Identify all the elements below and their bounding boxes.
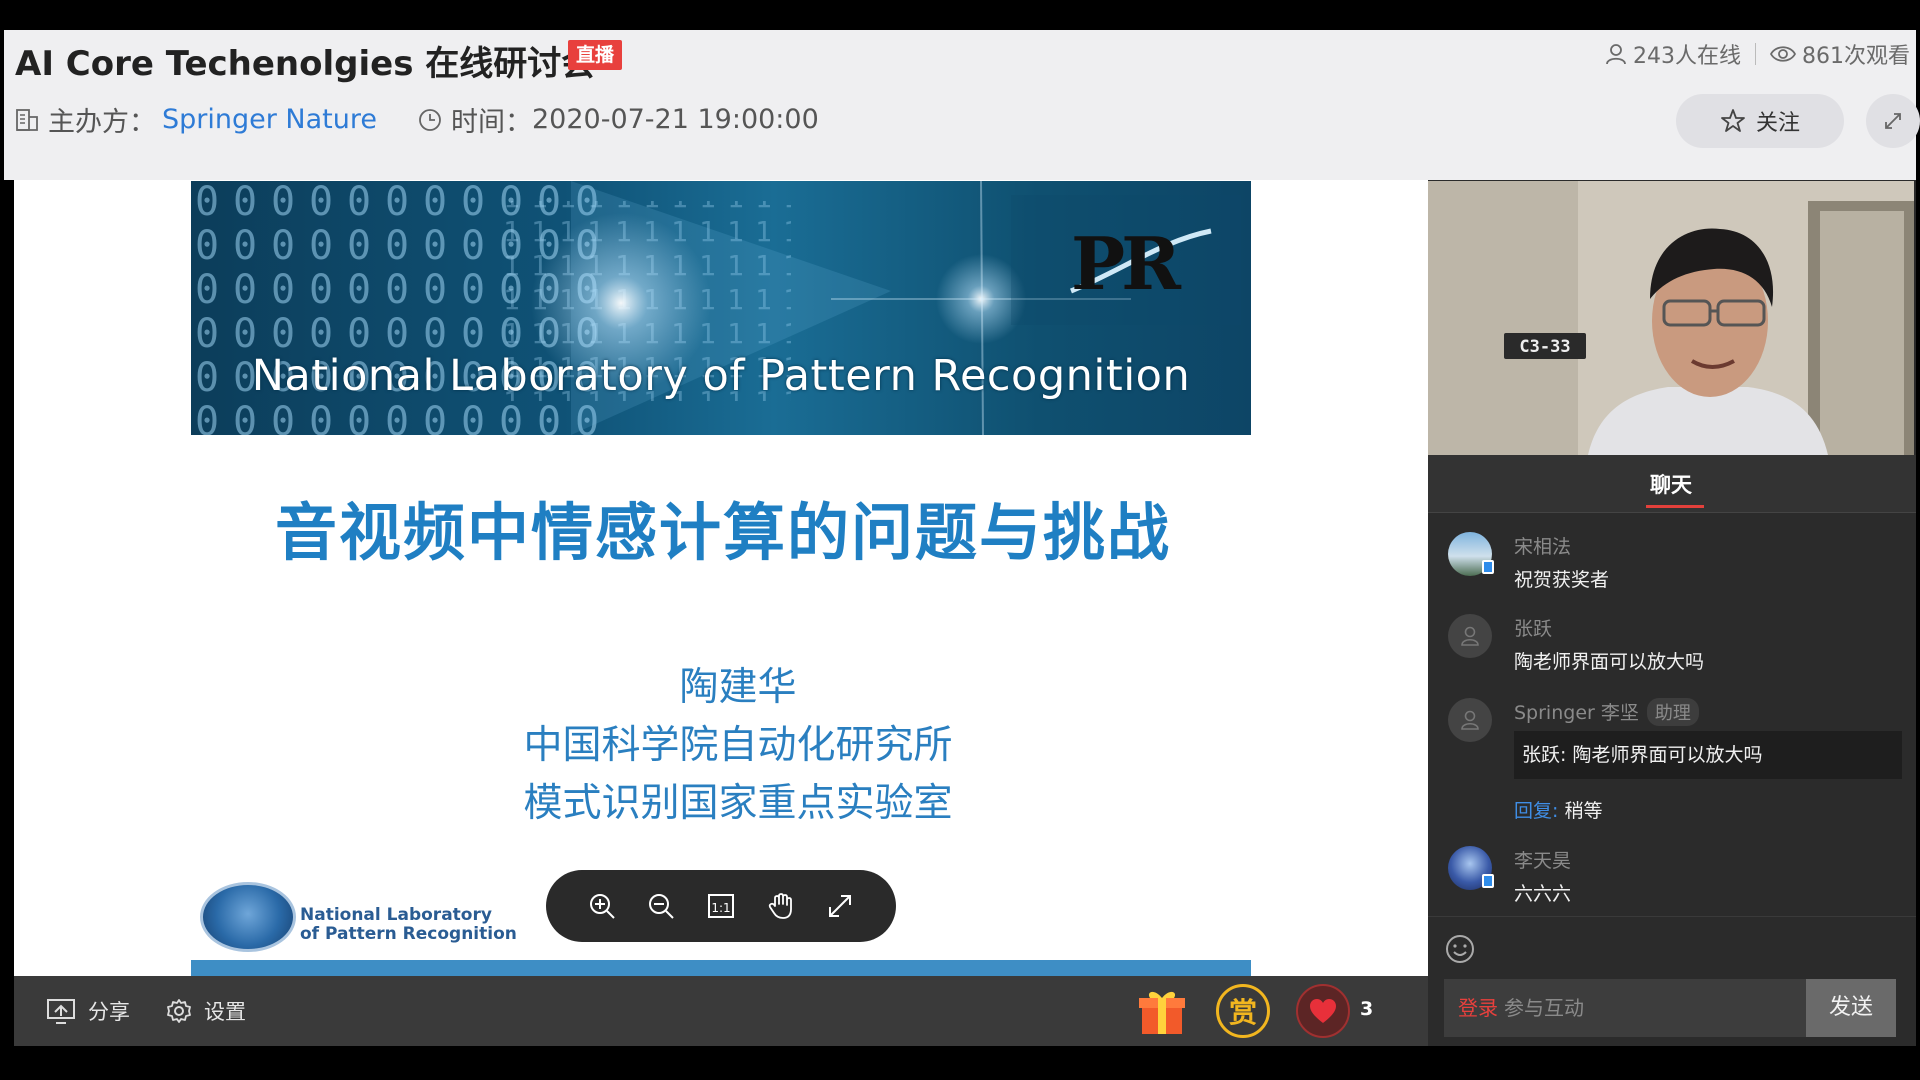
slide-author: 陶建华 [679, 665, 797, 710]
slide-bottom-bar [191, 960, 1251, 976]
gear-icon [167, 999, 191, 1023]
divider [1755, 43, 1756, 65]
like-count: 3 [1360, 998, 1374, 1020]
live-badge: 直播 [568, 40, 622, 70]
role-tag: 助理 [1646, 698, 1699, 726]
time-label: 时间： [451, 107, 532, 138]
message-author-name: Springer 李坚 [1514, 702, 1639, 724]
pr-logo: PR [1071, 221, 1181, 306]
lab-logo-line-2: of Pattern Recognition [300, 924, 517, 944]
expand-icon[interactable] [820, 886, 860, 926]
message-text: 六六六 [1514, 883, 1572, 905]
slide-banner: 0 1 PR National Laboratory of Pattern Re… [191, 181, 1251, 435]
header: AI Core Techenolgies 在线研讨会 直播 243人在线 861… [4, 30, 1920, 180]
control-bar: 分享 设置 赏 3 [14, 976, 1428, 1046]
mobile-badge-icon [1482, 560, 1494, 574]
fullscreen-button[interactable] [1866, 94, 1920, 148]
view-count: 861次观看 [1802, 44, 1910, 69]
settings-button[interactable]: 设置 [166, 996, 246, 1026]
user-icon [1606, 44, 1626, 65]
room-sign: C3-33 [1519, 337, 1570, 357]
actual-size-icon[interactable]: 1:1 [701, 886, 741, 926]
gift-icon[interactable] [1136, 986, 1188, 1038]
chat-tabbar: 聊天 [1428, 455, 1916, 513]
follow-button[interactable]: 关注 [1676, 94, 1844, 148]
zoom-toolbar: 1:1 [546, 870, 896, 942]
meta-row: 主办方： Springer Nature 时间： 2020-07-21 19:0… [14, 100, 819, 139]
user-icon [1461, 626, 1479, 646]
share-screen-icon [47, 999, 75, 1024]
organizer-link[interactable]: Springer Nature [162, 104, 377, 135]
chat-message: Springer 李坚 助理 张跃: 陶老师界面可以放大吗 回复: 稍等 [1448, 698, 1908, 830]
reward-button[interactable]: 赏 [1216, 984, 1270, 1038]
lab-logo-text: National Laboratory of Pattern Recogniti… [300, 906, 517, 944]
message-text: 陶老师界面可以放大吗 [1514, 651, 1705, 673]
slide-viewer[interactable]: 0 1 PR National Laboratory of Pattern Re… [14, 180, 1428, 976]
emoji-icon[interactable] [1444, 933, 1476, 965]
settings-label: 设置 [204, 1000, 246, 1024]
lab-logo [200, 882, 296, 952]
star-icon [1721, 109, 1745, 132]
slide-title: 音视频中情感计算的问题与挑战 [274, 496, 1171, 569]
reply-line: 回复: 稍等 [1514, 796, 1602, 823]
chat-footer: 登录 参与互动 发送 [1428, 916, 1916, 1046]
tab-chat[interactable]: 聊天 [1428, 469, 1914, 499]
reply-label: 回复: [1514, 800, 1559, 822]
online-count: 243人在线 [1633, 44, 1741, 69]
right-panel: C3-33 聊天 宋相法 祝贺获奖者 张跃 陶老师界面可以放大吗 Springe… [1428, 180, 1916, 1046]
login-link[interactable]: 登录 [1458, 996, 1498, 1020]
clock-icon [419, 108, 441, 131]
message-author[interactable]: 宋相法 [1514, 532, 1571, 559]
building-icon [16, 108, 38, 131]
time-block: 时间： 2020-07-21 19:00:00 [417, 100, 819, 139]
heart-icon [1310, 999, 1336, 1023]
presenter-video-frame: C3-33 [1428, 181, 1914, 455]
lab-logo-line-1: National Laboratory [300, 905, 492, 925]
slide-affiliation-1: 中国科学院自动化研究所 [523, 723, 953, 768]
slide-affiliation-2: 模式识别国家重点实验室 [523, 781, 953, 826]
chat-message: 李天昊 六六六 [1448, 846, 1908, 910]
like-button[interactable] [1296, 984, 1350, 1038]
reply-text: 稍等 [1564, 800, 1603, 822]
send-button[interactable]: 发送 [1806, 979, 1896, 1037]
message-author[interactable]: 张跃 [1514, 614, 1552, 641]
time-value: 2020-07-21 19:00:00 [532, 104, 819, 135]
zoom-out-icon[interactable] [641, 886, 681, 926]
eye-icon [1770, 46, 1796, 62]
chat-input[interactable]: 登录 参与互动 [1444, 979, 1806, 1037]
share-label: 分享 [88, 1000, 130, 1024]
presenter-video[interactable]: C3-33 [1428, 181, 1914, 455]
stats: 243人在线 861次观看 [1605, 38, 1910, 70]
chat-message: 宋相法 祝贺获奖者 [1448, 532, 1908, 596]
avatar[interactable] [1448, 698, 1492, 742]
zoom-in-icon[interactable] [582, 886, 622, 926]
user-icon [1461, 710, 1479, 730]
message-author[interactable]: Springer 李坚 助理 [1514, 698, 1699, 726]
hand-pan-icon[interactable] [761, 886, 801, 926]
mobile-badge-icon [1482, 874, 1494, 888]
app-root: AI Core Techenolgies 在线研讨会 直播 243人在线 861… [0, 0, 1920, 1080]
message-author[interactable]: 李天昊 [1514, 846, 1571, 873]
chat-input-placeholder: 参与互动 [1504, 996, 1584, 1020]
follow-label: 关注 [1755, 111, 1800, 136]
share-button[interactable]: 分享 [46, 996, 130, 1026]
quoted-message: 张跃: 陶老师界面可以放大吗 [1514, 731, 1902, 779]
banner-text: National Laboratory of Pattern Recogniti… [251, 351, 1191, 401]
expand-diagonal-icon [1885, 113, 1901, 129]
message-text: 祝贺获奖者 [1514, 569, 1610, 591]
organizer-label: 主办方： [48, 107, 156, 138]
actual-size-glyph: 1:1 [711, 901, 730, 915]
page-title: AI Core Techenolgies 在线研讨会 [15, 44, 596, 84]
avatar[interactable] [1448, 614, 1492, 658]
tab-underline [1646, 505, 1704, 508]
chat-message: 张跃 陶老师界面可以放大吗 [1448, 614, 1908, 678]
